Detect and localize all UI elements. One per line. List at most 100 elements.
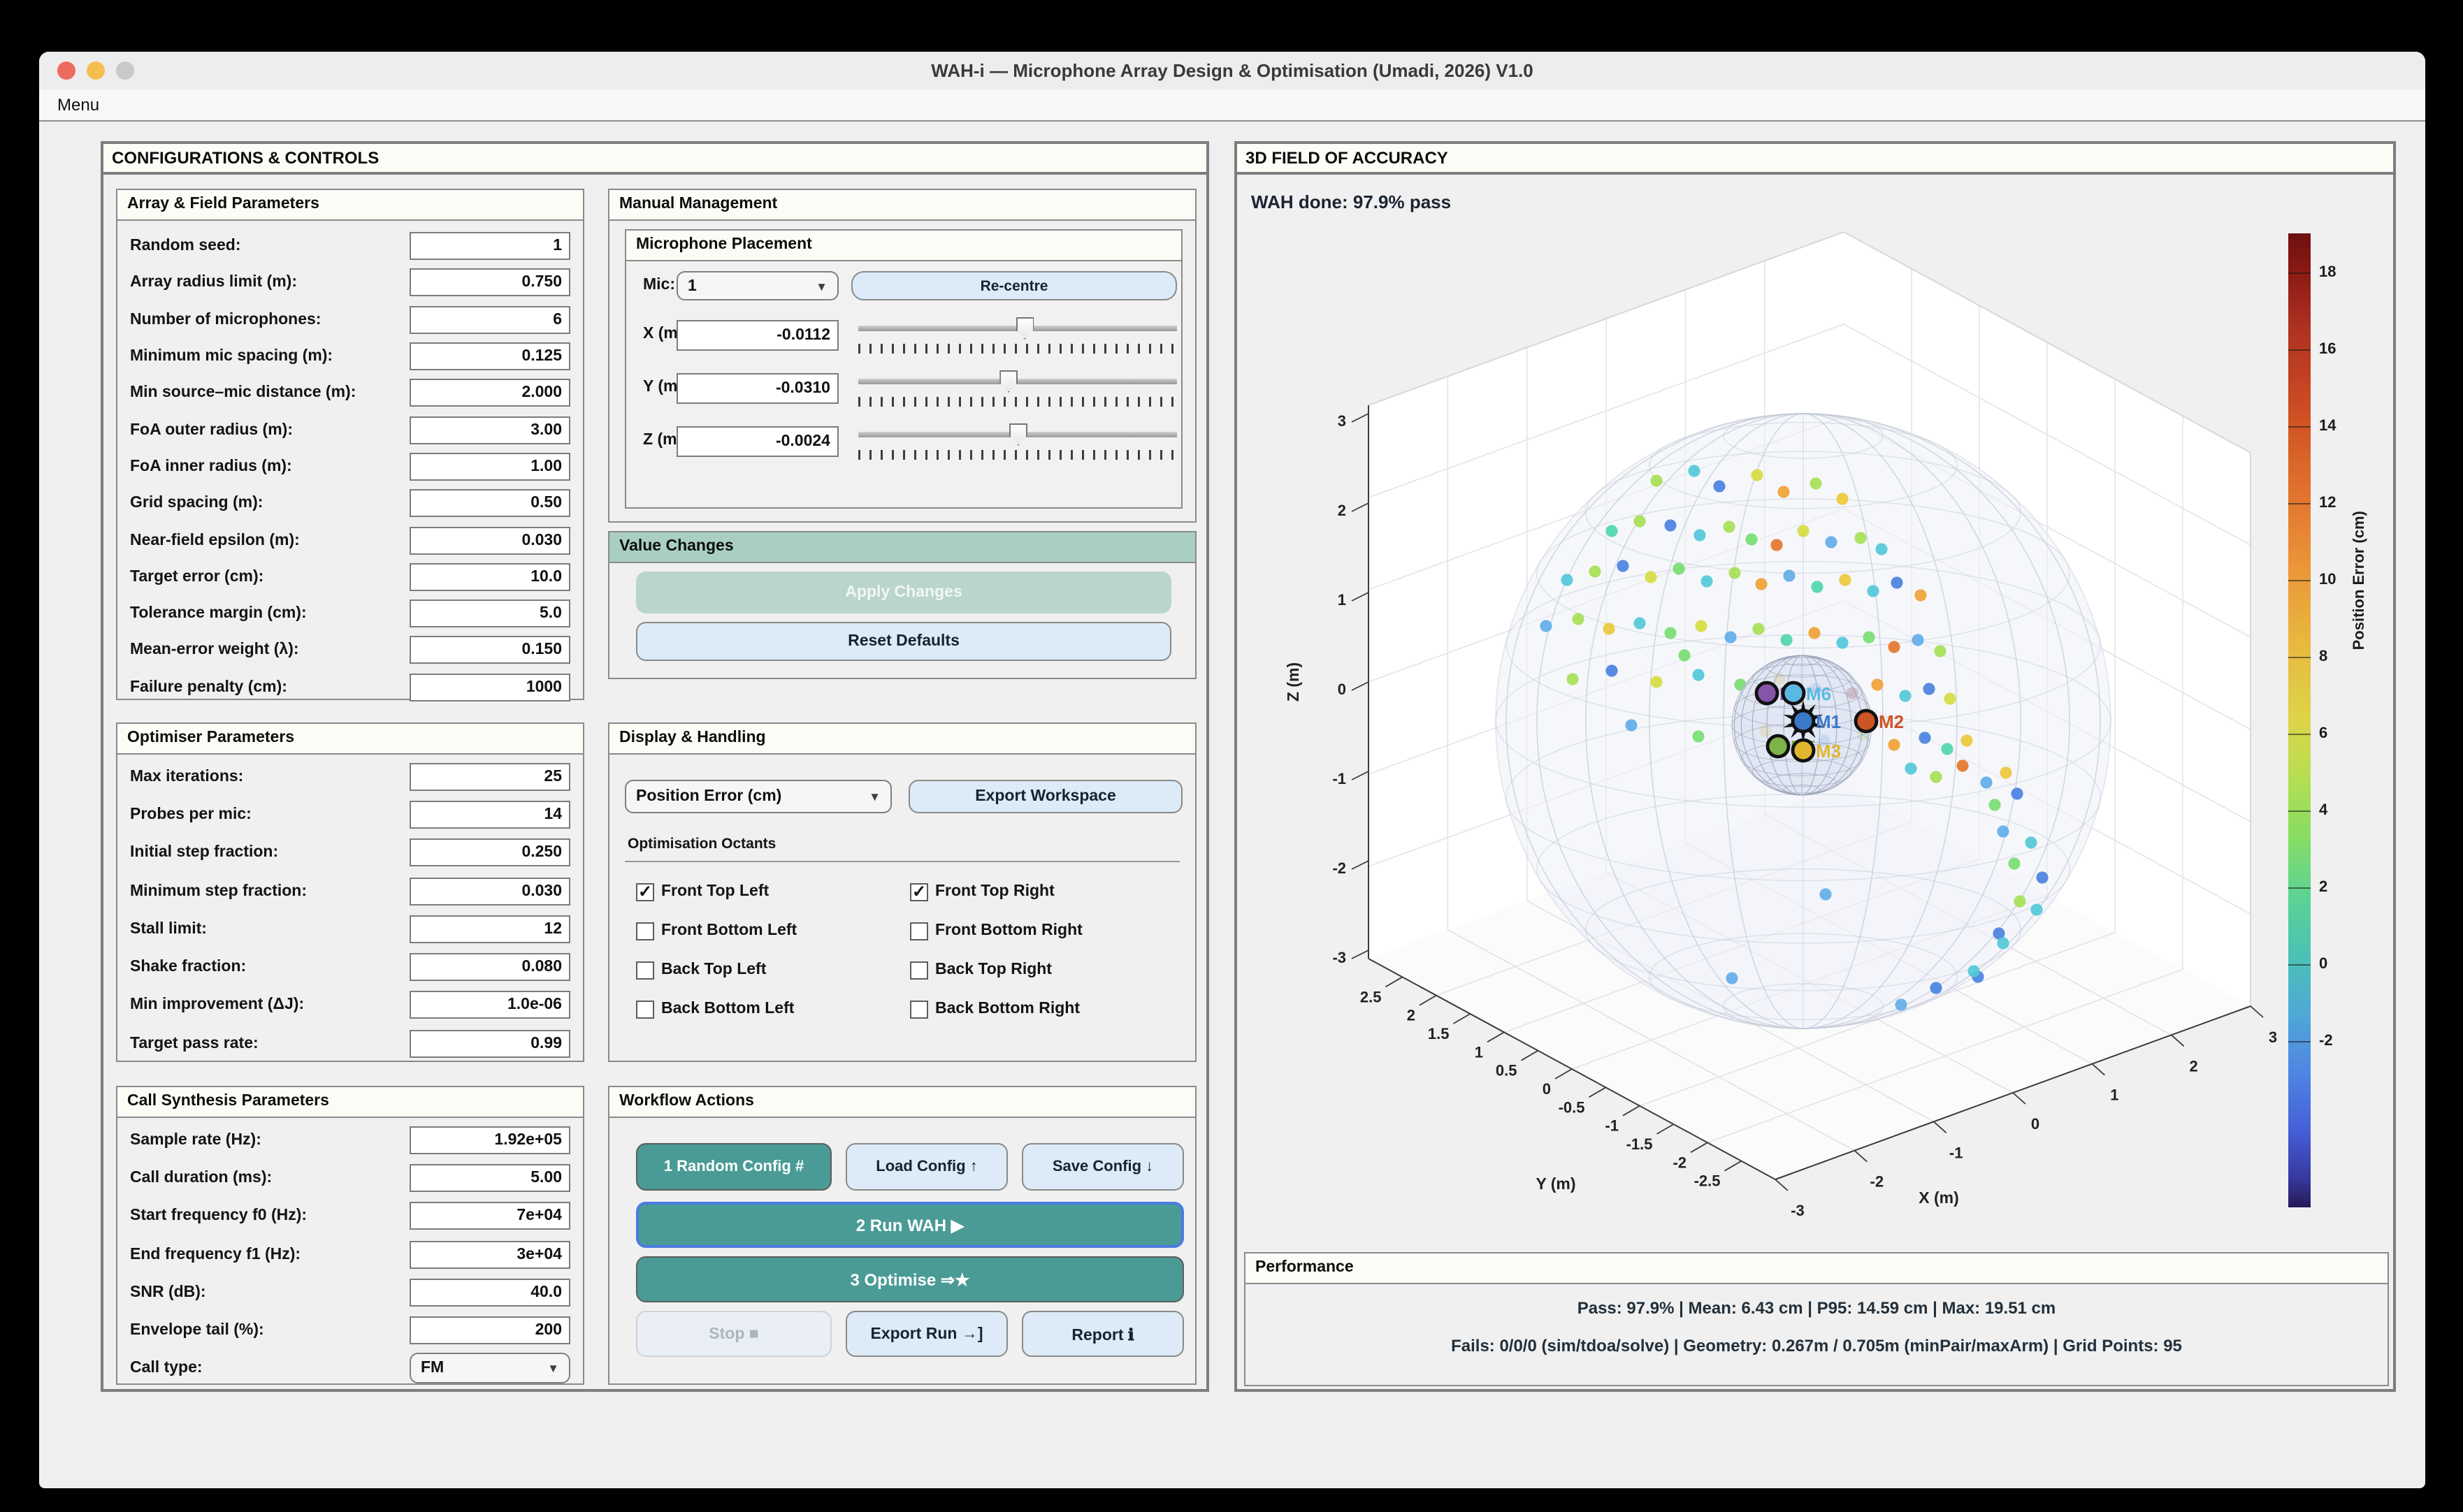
mic-select-dropdown[interactable]: 1 ▼	[677, 271, 839, 300]
colorbar-tick	[2288, 272, 2311, 274]
slider-ticks	[858, 344, 1177, 354]
menu-item[interactable]: Menu	[57, 89, 99, 120]
load-config-button[interactable]: Load Config ↑	[846, 1143, 1008, 1191]
random-config-button[interactable]: 1 Random Config #	[636, 1143, 832, 1191]
svg-text:1: 1	[2110, 1086, 2118, 1104]
param-row: FoA outer radius (m):	[117, 412, 583, 449]
param-row: Envelope tail (%):	[117, 1311, 583, 1350]
octant-checkbox[interactable]: ✓	[910, 882, 928, 901]
export-run-button[interactable]: Export Run →]	[846, 1311, 1008, 1357]
octant-option: Back Top Right	[910, 950, 1181, 989]
param-input[interactable]	[410, 342, 570, 370]
param-row: Stall limit:	[117, 910, 583, 948]
call-type-dropdown[interactable]: FM ▼	[410, 1353, 570, 1384]
param-row: Target pass rate:	[117, 1024, 583, 1063]
param-input[interactable]	[410, 1240, 570, 1268]
param-input[interactable]	[410, 305, 570, 333]
colorbar-tick	[2288, 426, 2311, 428]
param-row: Initial step fraction:	[117, 834, 583, 872]
param-input[interactable]	[410, 762, 570, 790]
octant-checkbox[interactable]	[910, 1000, 928, 1018]
param-label: Sample rate (Hz):	[130, 1131, 261, 1148]
slider-thumb[interactable]	[1009, 423, 1027, 446]
axis-slider[interactable]	[858, 423, 1177, 463]
apply-changes-button[interactable]: Apply Changes	[636, 572, 1171, 613]
recentre-button[interactable]: Re-centre	[851, 271, 1177, 300]
workflow-actions-title: Workflow Actions	[609, 1087, 1195, 1118]
menu-bar: Menu	[39, 89, 2425, 122]
svg-text:-3: -3	[1791, 1202, 1805, 1219]
param-input[interactable]	[410, 877, 570, 905]
call-type-label: Call type:	[130, 1360, 203, 1377]
param-input[interactable]	[410, 1164, 570, 1192]
param-input[interactable]	[410, 1279, 570, 1307]
octant-checkbox[interactable]	[636, 922, 654, 940]
param-input[interactable]	[410, 637, 570, 664]
param-input[interactable]	[410, 1126, 570, 1154]
param-input[interactable]	[410, 1316, 570, 1344]
param-label: End frequency f1 (Hz):	[130, 1246, 301, 1263]
axis-input[interactable]	[677, 373, 839, 404]
export-workspace-button[interactable]: Export Workspace	[909, 780, 1183, 813]
value-changes-title: Value Changes	[609, 532, 1195, 563]
param-input[interactable]	[410, 379, 570, 407]
colorbar-tick-label: 4	[2319, 802, 2327, 819]
octant-checkbox[interactable]: ✓	[636, 882, 654, 901]
param-label: Start frequency f0 (Hz):	[130, 1207, 307, 1224]
param-input[interactable]	[410, 953, 570, 981]
svg-text:M3: M3	[1816, 741, 1841, 762]
screen: WAH-i — Microphone Array Design & Optimi…	[0, 0, 2463, 1512]
metric-dropdown[interactable]: Position Error (cm) ▼	[625, 780, 892, 813]
svg-text:-0.5: -0.5	[1559, 1098, 1585, 1116]
accuracy-3d-plot[interactable]: M4M6M2M5M3M13210-1-2-32.521.510.50-0.5-1…	[1237, 205, 2278, 1246]
param-row: Tolerance margin (cm):	[117, 595, 583, 632]
param-label: Array radius limit (m):	[130, 275, 297, 291]
axis-slider[interactable]	[858, 370, 1177, 409]
svg-text:2: 2	[1338, 502, 1346, 519]
axis-slider[interactable]	[858, 317, 1177, 356]
report-button[interactable]: Report ℹ	[1022, 1311, 1184, 1357]
svg-text:0: 0	[1543, 1080, 1551, 1098]
param-input[interactable]	[410, 416, 570, 444]
param-input[interactable]	[410, 801, 570, 829]
param-input[interactable]	[410, 489, 570, 517]
stop-button[interactable]: Stop ■	[636, 1311, 832, 1357]
param-input[interactable]	[410, 915, 570, 943]
slider-thumb[interactable]	[1016, 317, 1034, 340]
octant-checkbox[interactable]	[910, 961, 928, 979]
svg-text:-1: -1	[1605, 1117, 1619, 1135]
param-input[interactable]	[410, 991, 570, 1019]
octant-option: Back Top Left	[636, 950, 910, 989]
save-config-button[interactable]: Save Config ↓	[1022, 1143, 1184, 1191]
axis-input[interactable]	[677, 320, 839, 351]
reset-defaults-button[interactable]: Reset Defaults	[636, 622, 1171, 661]
app-window: WAH-i — Microphone Array Design & Optimi…	[39, 52, 2425, 1488]
param-input[interactable]	[410, 269, 570, 297]
param-label: Min improvement (ΔJ):	[130, 997, 304, 1014]
param-input[interactable]	[410, 673, 570, 701]
colorbar-tick-label: 12	[2319, 495, 2336, 511]
run-wah-button[interactable]: 2 Run WAH ▶	[636, 1202, 1184, 1248]
param-input[interactable]	[410, 599, 570, 627]
param-input[interactable]	[410, 526, 570, 554]
param-input[interactable]	[410, 838, 570, 866]
axis-input[interactable]	[677, 426, 839, 457]
colorbar-tick-label: 18	[2319, 264, 2336, 281]
param-input[interactable]	[410, 232, 570, 260]
colorbar-tick-label: 6	[2319, 725, 2327, 742]
configurations-panel: CONFIGURATIONS & CONTROLS Array & Field …	[101, 141, 1209, 1392]
param-label: Max iterations:	[130, 768, 243, 785]
octant-option: Back Bottom Right	[910, 989, 1181, 1028]
octant-checkbox[interactable]	[636, 1000, 654, 1018]
octant-checkbox[interactable]	[910, 922, 928, 940]
field-accuracy-title: 3D FIELD OF ACCURACY	[1237, 144, 2393, 175]
optimise-button[interactable]: 3 Optimise ⇒★	[636, 1256, 1184, 1302]
octant-checkbox[interactable]	[636, 961, 654, 979]
param-input[interactable]	[410, 563, 570, 591]
svg-text:2: 2	[2190, 1057, 2198, 1075]
param-input[interactable]	[410, 1029, 570, 1057]
slider-thumb[interactable]	[999, 370, 1018, 393]
svg-text:2: 2	[1407, 1007, 1415, 1024]
param-input[interactable]	[410, 1202, 570, 1230]
param-input[interactable]	[410, 453, 570, 481]
